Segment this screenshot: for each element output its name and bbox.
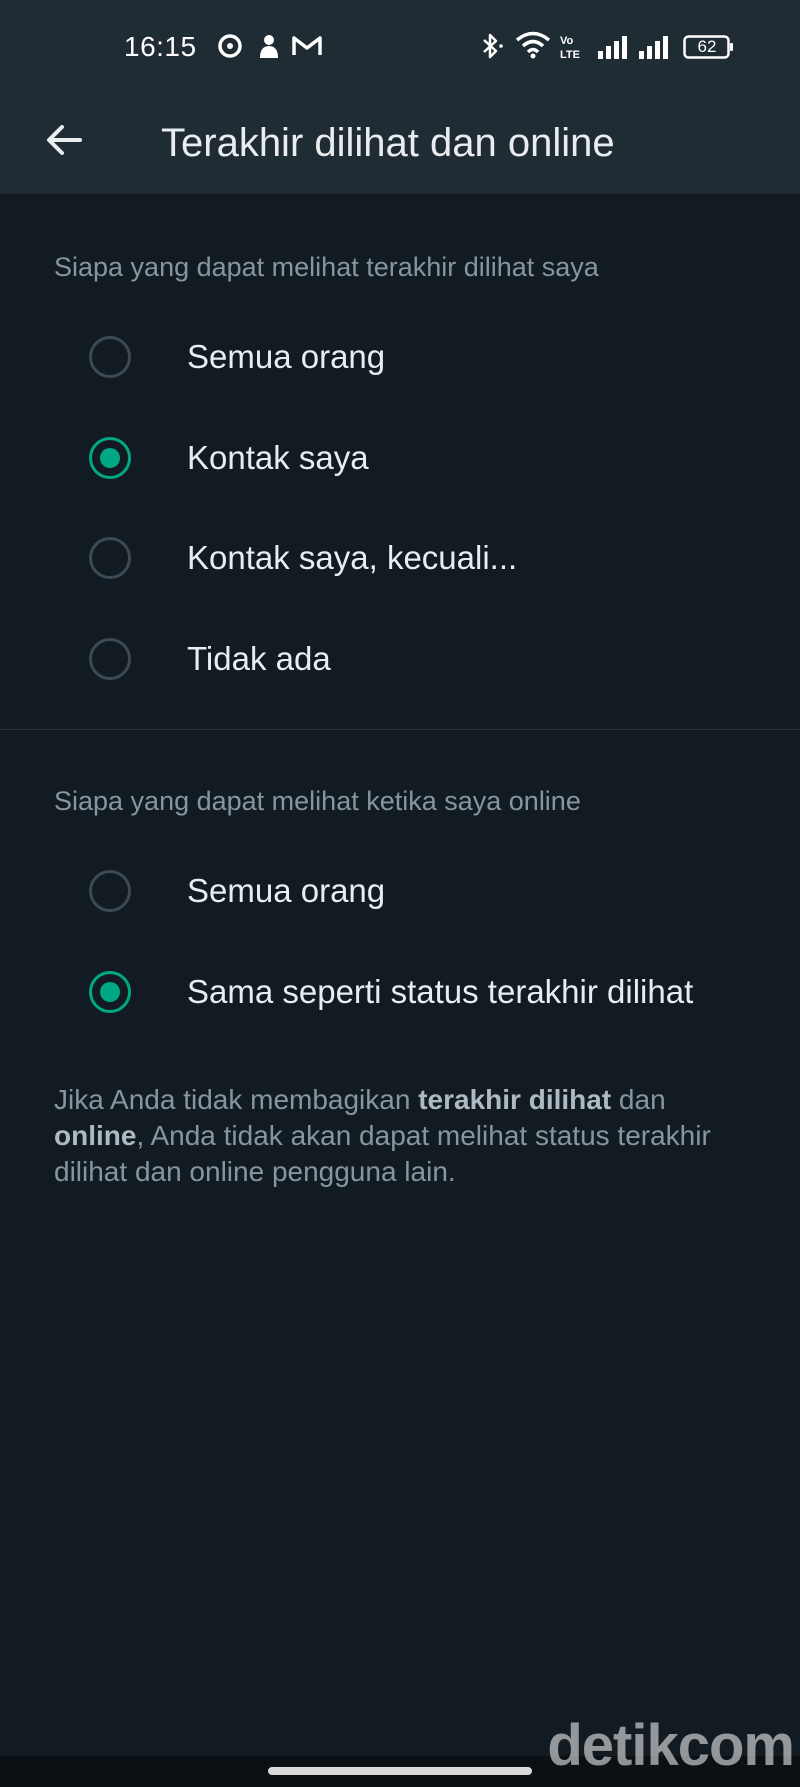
option-label: Tidak ada bbox=[187, 640, 331, 677]
section-header-last-seen: Siapa yang dapat melihat terakhir diliha… bbox=[54, 252, 599, 282]
option-last-seen-contacts-except[interactable]: Kontak saya, kecuali... bbox=[0, 508, 800, 608]
note-text: Jika Anda tidak membagikan bbox=[54, 1084, 419, 1115]
option-last-seen-my-contacts[interactable]: Kontak saya bbox=[0, 408, 800, 508]
arrow-left-icon bbox=[44, 122, 84, 163]
radio-button-selected[interactable] bbox=[89, 437, 131, 479]
gmail-icon bbox=[292, 35, 322, 62]
option-label: Semua orang bbox=[187, 338, 386, 375]
option-last-seen-nobody[interactable]: Tidak ada bbox=[0, 609, 800, 709]
gps-icon bbox=[217, 33, 243, 64]
note-bold-last-seen: terakhir dilihat bbox=[418, 1084, 612, 1115]
status-bar: 16:15 Vo LTE 62 bbox=[0, 0, 800, 96]
radio-button-selected[interactable] bbox=[89, 971, 131, 1013]
status-time: 16:15 bbox=[124, 31, 197, 62]
back-button[interactable] bbox=[36, 114, 92, 170]
battery-level: 62 bbox=[697, 37, 717, 56]
option-label: Kontak saya bbox=[187, 439, 369, 476]
home-gesture-handle[interactable] bbox=[268, 1767, 532, 1775]
option-label: Semua orang bbox=[187, 872, 386, 909]
signal-icon bbox=[597, 35, 629, 64]
radio-button[interactable] bbox=[89, 537, 131, 579]
svg-text:LTE: LTE bbox=[560, 49, 580, 61]
wifi-icon bbox=[515, 31, 551, 64]
app-bar: Terakhir dilihat dan online bbox=[0, 96, 800, 194]
svg-text:Vo: Vo bbox=[560, 35, 574, 47]
note-bold-online: online bbox=[54, 1120, 137, 1151]
option-label: Kontak saya, kecuali... bbox=[187, 539, 518, 576]
info-note: Jika Anda tidak membagikan terakhir dili… bbox=[54, 1082, 754, 1190]
note-text: , Anda tidak akan dapat melihat status t… bbox=[54, 1120, 711, 1187]
option-last-seen-everyone[interactable]: Semua orang bbox=[0, 307, 800, 407]
radio-button[interactable] bbox=[89, 638, 131, 680]
note-text: dan bbox=[611, 1084, 666, 1115]
radio-button[interactable] bbox=[89, 336, 131, 378]
battery-icon: 62 bbox=[683, 35, 735, 59]
notification-icon bbox=[256, 33, 282, 66]
page-title: Terakhir dilihat dan online bbox=[161, 121, 615, 165]
radio-button[interactable] bbox=[89, 870, 131, 912]
signal-icon-2 bbox=[638, 35, 670, 64]
bluetooth-icon bbox=[478, 31, 506, 66]
section-header-online: Siapa yang dapat melihat ketika saya onl… bbox=[54, 786, 581, 816]
option-online-same-as-last-seen[interactable]: Sama seperti status terakhir dilihat bbox=[0, 942, 800, 1042]
option-label: Sama seperti status terakhir dilihat bbox=[187, 973, 694, 1010]
watermark-logo: detikcom bbox=[547, 1713, 795, 1778]
option-online-everyone[interactable]: Semua orang bbox=[0, 841, 800, 941]
section-divider bbox=[0, 729, 800, 730]
volte-icon: Vo LTE bbox=[558, 33, 588, 66]
